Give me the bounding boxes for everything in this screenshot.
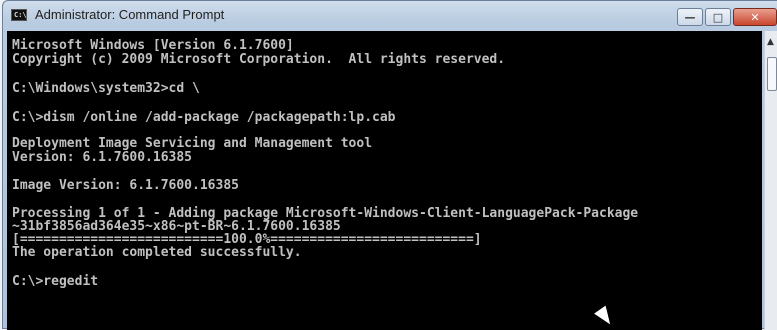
console-output[interactable]: Microsoft Windows [Version 6.1.7600] Cop… <box>7 31 762 330</box>
cmd-icon: C:\ <box>11 9 27 21</box>
maximize-button[interactable]: □ <box>705 8 731 26</box>
scroll-thumb[interactable] <box>767 57 777 91</box>
console-line: Copyright (c) 2009 Microsoft Corporation… <box>12 52 506 67</box>
title-bar[interactable]: C:\ Administrator: Command Prompt — □ ✕ <box>3 1 777 29</box>
scroll-up-icon[interactable]: ▲ <box>767 37 774 47</box>
console-line: Microsoft Windows [Version 6.1.7600] <box>12 38 294 53</box>
console-line: Image Version: 6.1.7600.16385 <box>12 178 239 193</box>
console-line: The operation completed successfully. <box>12 245 302 260</box>
window-title: Administrator: Command Prompt <box>35 7 225 22</box>
minimize-button[interactable]: — <box>677 8 703 26</box>
close-button[interactable]: ✕ <box>733 8 777 26</box>
console-line: C:\Windows\system32>cd \ <box>12 81 200 96</box>
console-line: Version: 6.1.7600.16385 <box>12 150 193 165</box>
vertical-scrollbar[interactable]: ▲ <box>764 31 777 330</box>
command-prompt-window: C:\ Administrator: Command Prompt — □ ✕ … <box>2 0 777 330</box>
prompt-line: C:\>regedit <box>12 274 99 289</box>
console-line: C:\>dism /online /add-package /packagepa… <box>12 110 396 125</box>
console-line: Deployment Image Servicing and Managemen… <box>12 136 373 151</box>
